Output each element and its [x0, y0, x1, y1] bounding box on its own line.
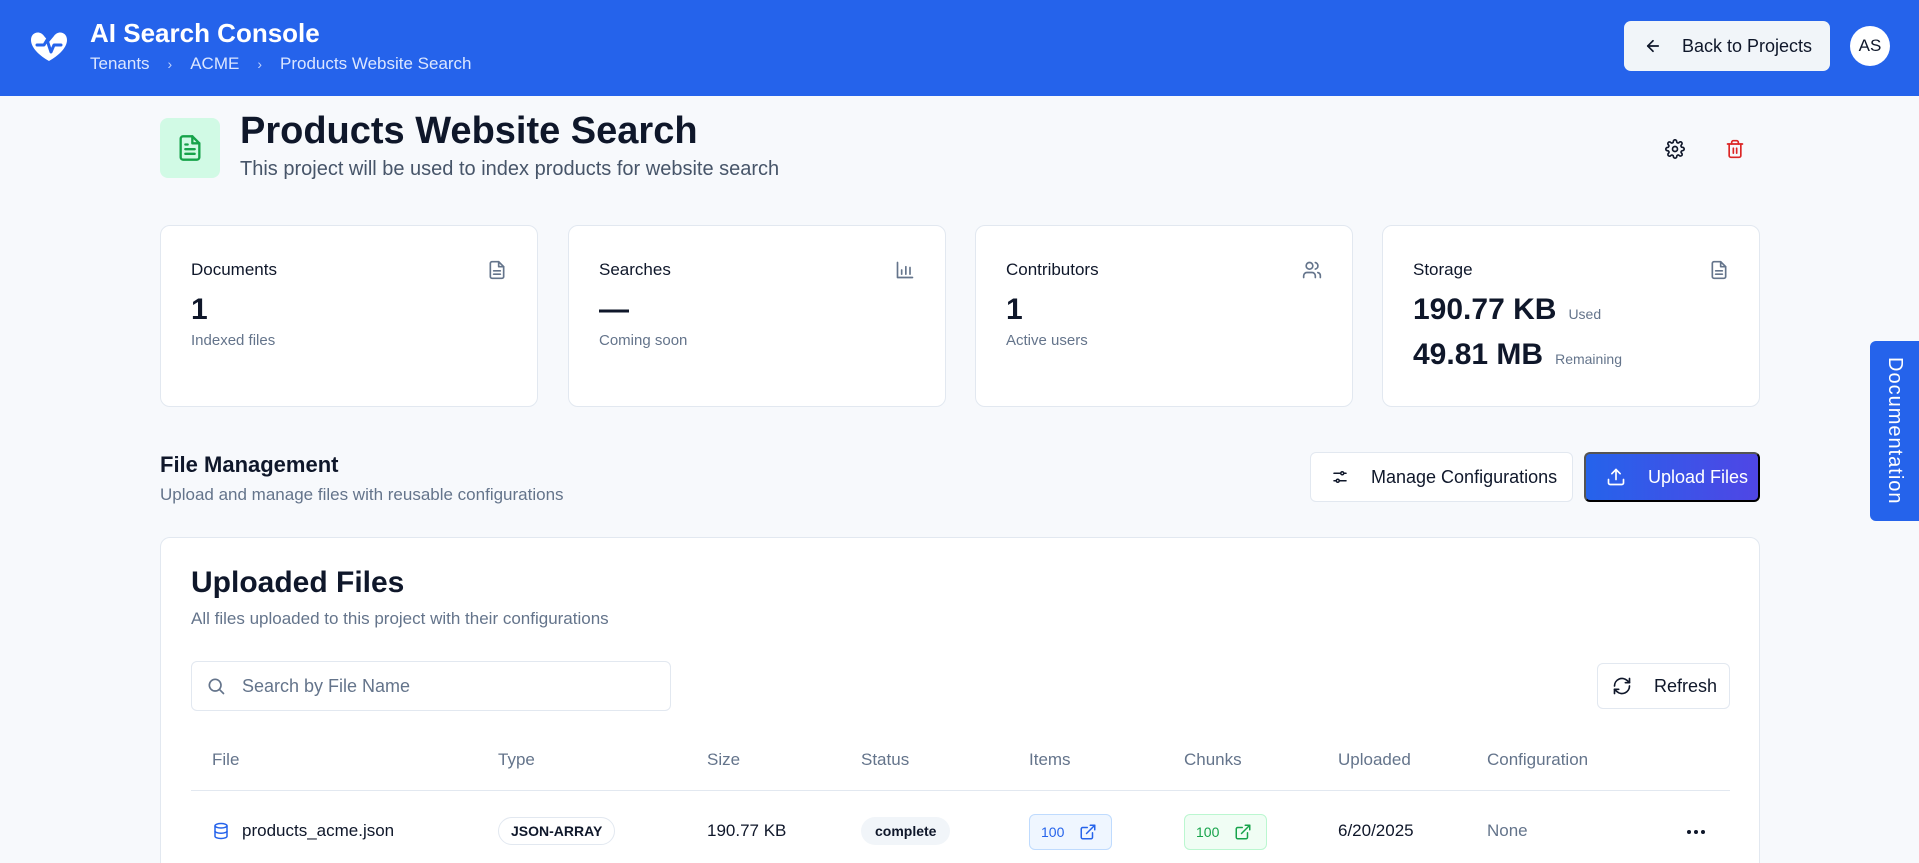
column-header-file[interactable]: File: [212, 750, 239, 770]
top-bar: AI Search Console Tenants › ACME › Produ…: [0, 0, 1919, 96]
uploaded-files-panel: Uploaded Files All files uploaded to thi…: [160, 537, 1760, 863]
chevron-right-icon: ›: [257, 56, 263, 72]
stat-card-storage: Storage 190.77 KB Used 49.81 MB Remainin…: [1382, 225, 1760, 407]
project-settings-button[interactable]: [1660, 134, 1690, 164]
page-title: Products Website Search: [240, 110, 698, 152]
sliders-icon: [1333, 471, 1347, 483]
stat-value: 1: [191, 293, 208, 326]
stat-subtext: Indexed files: [191, 332, 276, 349]
file-management-subtitle: Upload and manage files with reusable co…: [160, 485, 564, 504]
chunks-count: 100: [1196, 824, 1220, 840]
search-icon: [208, 678, 225, 695]
column-header-status[interactable]: Status: [861, 750, 909, 770]
stat-label: Searches: [599, 260, 671, 279]
back-to-projects-button[interactable]: Back to Projects: [1624, 21, 1830, 71]
file-search-input[interactable]: [242, 675, 662, 697]
documentation-tab-label: Documentation: [1884, 357, 1906, 505]
stat-label: Documents: [191, 260, 277, 279]
refresh-label: Refresh: [1654, 675, 1718, 696]
stat-value: —: [599, 293, 629, 326]
stat-card-documents: Documents 1 Indexed files: [160, 225, 538, 407]
file-name-cell[interactable]: products_acme.json: [212, 821, 394, 841]
storage-remaining: 49.81 MB Remaining: [1413, 338, 1622, 372]
column-header-configuration[interactable]: Configuration: [1487, 750, 1588, 770]
refresh-icon: [1613, 677, 1631, 695]
uploaded-date: 6/20/2025: [1338, 821, 1414, 840]
column-header-size[interactable]: Size: [707, 750, 740, 770]
chunks-link[interactable]: 100: [1184, 814, 1267, 850]
storage-remaining-value: 49.81 MB: [1413, 338, 1544, 371]
stat-subtext: Active users: [1006, 332, 1088, 349]
breadcrumb: Tenants › ACME › Products Website Search: [90, 54, 472, 74]
stat-value: 1: [1006, 293, 1023, 326]
document-icon: [1711, 260, 1727, 280]
stat-label: Storage: [1413, 260, 1473, 279]
file-search-box: [191, 661, 671, 711]
external-link-icon: [1235, 824, 1251, 840]
storage-used: 190.77 KB Used: [1413, 293, 1601, 327]
manage-configurations-label: Manage Configurations: [1371, 466, 1558, 487]
stat-subtext: Coming soon: [599, 332, 688, 349]
column-header-chunks[interactable]: Chunks: [1184, 750, 1242, 770]
uploaded-files-subtitle: All files uploaded to this project with …: [191, 609, 609, 628]
manage-configurations-button[interactable]: Manage Configurations: [1310, 452, 1573, 502]
upload-files-button[interactable]: Upload Files: [1584, 452, 1760, 502]
file-management-title: File Management: [160, 452, 339, 477]
row-actions-button[interactable]: [1681, 820, 1711, 844]
column-header-items[interactable]: Items: [1029, 750, 1071, 770]
file-type-badge: JSON-ARRAY: [498, 817, 616, 845]
document-icon: [179, 135, 201, 161]
items-link[interactable]: 100: [1029, 814, 1112, 850]
table-header-divider: [191, 790, 1730, 791]
stat-label: Contributors: [1006, 260, 1099, 279]
app-title: AI Search Console: [90, 18, 320, 48]
trash-icon: [1726, 139, 1744, 159]
breadcrumb-current-project: Products Website Search: [280, 54, 472, 73]
chevron-right-icon: ›: [167, 56, 173, 72]
database-icon: [214, 822, 228, 840]
configuration-value: None: [1487, 821, 1528, 840]
stat-card-contributors: Contributors 1 Active users: [975, 225, 1353, 407]
storage-used-value: 190.77 KB: [1413, 293, 1557, 326]
external-link-icon: [1080, 824, 1096, 840]
uploaded-files-title: Uploaded Files: [191, 566, 405, 599]
app-logo-icon[interactable]: [28, 28, 70, 64]
stat-card-searches: Searches — Coming soon: [568, 225, 946, 407]
arrow-left-icon: [1646, 39, 1660, 53]
gear-icon: [1665, 139, 1685, 159]
avatar[interactable]: AS: [1850, 26, 1890, 66]
delete-project-button[interactable]: [1720, 134, 1750, 164]
project-description: This project will be used to index produ…: [240, 158, 780, 180]
refresh-button[interactable]: Refresh: [1597, 663, 1730, 709]
breadcrumb-acme[interactable]: ACME: [190, 54, 239, 74]
file-size: 190.77 KB: [707, 821, 787, 840]
storage-remaining-label: Remaining: [1555, 351, 1623, 367]
users-icon: [1302, 261, 1322, 279]
upload-files-label: Upload Files: [1648, 466, 1749, 487]
bar-chart-icon: [896, 261, 914, 279]
upload-icon: [1607, 468, 1625, 486]
storage-used-label: Used: [1568, 306, 1602, 322]
breadcrumb-tenants[interactable]: Tenants: [90, 54, 150, 74]
column-header-type[interactable]: Type: [498, 750, 535, 770]
document-icon: [489, 260, 505, 280]
documentation-tab[interactable]: Documentation: [1870, 341, 1919, 521]
items-count: 100: [1041, 824, 1065, 840]
status-badge: complete: [861, 817, 951, 845]
back-to-projects-label: Back to Projects: [1682, 35, 1813, 56]
file-name: products_acme.json: [242, 821, 395, 840]
more-horizontal-icon: [1687, 830, 1705, 834]
project-icon: [160, 118, 220, 178]
column-header-uploaded[interactable]: Uploaded: [1338, 750, 1411, 770]
